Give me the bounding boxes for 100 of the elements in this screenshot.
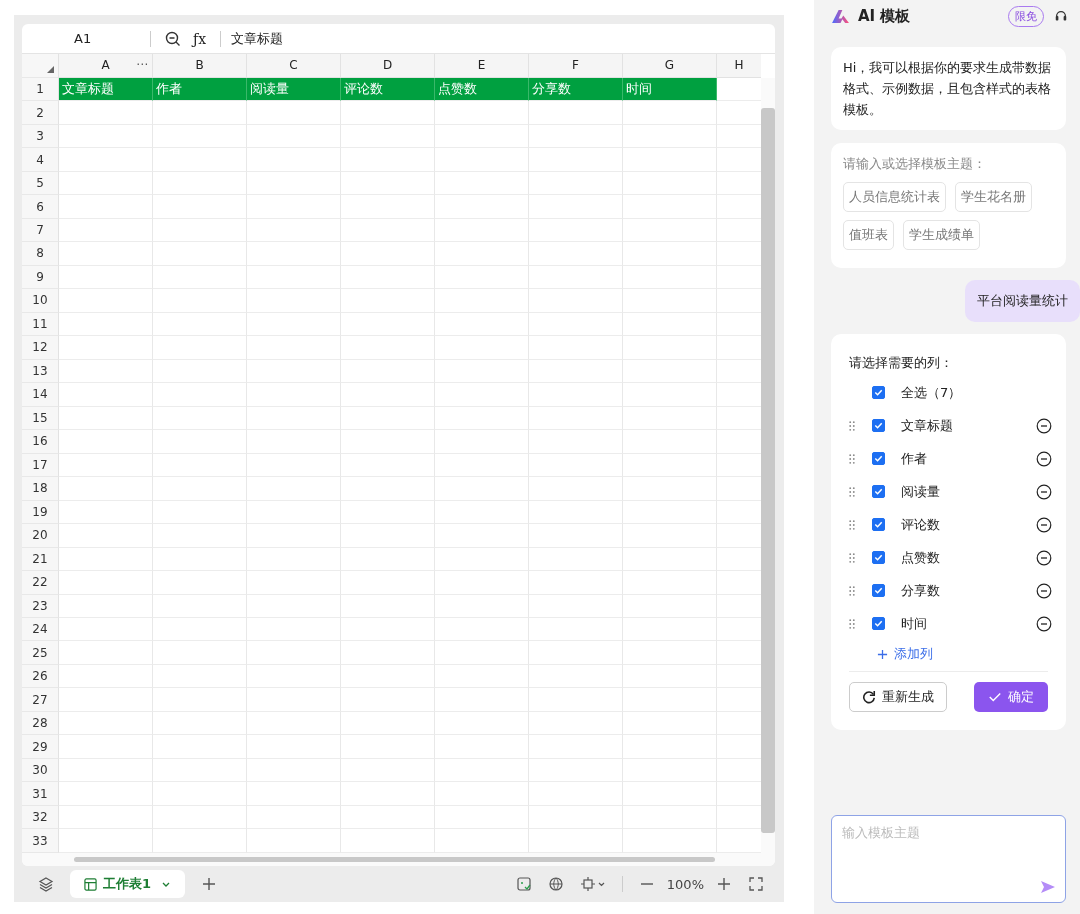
sheet-tab[interactable]: 工作表1 bbox=[70, 870, 186, 898]
table-cell: 阅读量 bbox=[247, 77, 341, 102]
checkbox[interactable] bbox=[872, 452, 885, 465]
row-header[interactable]: 11 bbox=[22, 312, 59, 337]
frame-dropdown-icon[interactable] bbox=[579, 876, 606, 892]
zoom-level: 100% bbox=[666, 876, 704, 892]
row-header[interactable]: 33 bbox=[22, 829, 59, 853]
column-header[interactable]: E bbox=[435, 54, 529, 78]
row-header[interactable]: 24 bbox=[22, 618, 59, 642]
column-label: 时间 bbox=[901, 614, 928, 633]
row-header[interactable]: 25 bbox=[22, 641, 59, 665]
formula-input[interactable]: 文章标题 bbox=[231, 29, 284, 48]
row-header[interactable]: 14 bbox=[22, 383, 59, 407]
drag-handle-icon[interactable] bbox=[849, 618, 855, 629]
row-header[interactable]: 32 bbox=[22, 805, 59, 830]
drag-handle-icon[interactable] bbox=[849, 552, 855, 563]
check-icon bbox=[988, 690, 1002, 704]
row-header[interactable]: 27 bbox=[22, 688, 59, 712]
column-header[interactable]: B bbox=[153, 54, 247, 78]
row-header[interactable]: 18 bbox=[22, 477, 59, 501]
row-header[interactable]: 6 bbox=[22, 195, 59, 219]
column-header[interactable]: A ⋯ bbox=[59, 54, 153, 78]
row-header[interactable]: 13 bbox=[22, 359, 59, 384]
row-header[interactable]: 5 bbox=[22, 171, 59, 196]
headset-icon[interactable] bbox=[1054, 9, 1068, 23]
checkbox[interactable] bbox=[872, 551, 885, 564]
remove-icon[interactable] bbox=[1036, 483, 1052, 500]
row-header[interactable]: 21 bbox=[22, 547, 59, 571]
column-header[interactable]: H bbox=[717, 54, 761, 78]
row-header[interactable]: 4 bbox=[22, 148, 59, 172]
checkbox[interactable] bbox=[872, 419, 885, 432]
row-header[interactable]: 19 bbox=[22, 500, 59, 525]
plus-icon bbox=[877, 648, 888, 660]
user-message: 平台阅读量统计 bbox=[965, 280, 1080, 322]
checkbox[interactable] bbox=[872, 485, 885, 498]
layers-icon[interactable] bbox=[38, 876, 54, 892]
remove-icon[interactable] bbox=[1036, 516, 1052, 533]
row-header[interactable]: 1 bbox=[22, 77, 59, 102]
row-header[interactable]: 15 bbox=[22, 406, 59, 431]
remove-icon[interactable] bbox=[1036, 582, 1052, 599]
vertical-scrollbar[interactable] bbox=[761, 78, 775, 853]
row-header[interactable]: 22 bbox=[22, 571, 59, 595]
checkbox[interactable] bbox=[872, 518, 885, 531]
select-all-corner-icon[interactable] bbox=[47, 65, 54, 73]
drag-handle-icon[interactable] bbox=[849, 486, 855, 497]
add-sheet-icon[interactable] bbox=[201, 876, 218, 892]
zoom-out-icon[interactable] bbox=[165, 30, 181, 47]
row-header[interactable]: 12 bbox=[22, 336, 59, 360]
row-header[interactable]: 10 bbox=[22, 289, 59, 313]
row-header[interactable]: 2 bbox=[22, 101, 59, 125]
column-header[interactable]: G bbox=[623, 54, 717, 78]
remove-icon[interactable] bbox=[1036, 615, 1052, 632]
suggestion-chip[interactable]: 学生花名册 bbox=[955, 182, 1032, 212]
confirm-button[interactable]: 确定 bbox=[974, 682, 1048, 712]
column-header[interactable]: C bbox=[247, 54, 341, 78]
row-header[interactable]: 9 bbox=[22, 265, 59, 290]
row-header[interactable]: 20 bbox=[22, 524, 59, 548]
row-header[interactable]: 17 bbox=[22, 453, 59, 478]
image-check-icon[interactable] bbox=[515, 876, 532, 892]
row-header[interactable]: 7 bbox=[22, 218, 59, 243]
row-header[interactable]: 30 bbox=[22, 758, 59, 783]
row-header[interactable]: 8 bbox=[22, 242, 59, 266]
remove-icon[interactable] bbox=[1036, 417, 1052, 434]
function-button[interactable]: ƒx bbox=[193, 30, 207, 47]
suggestion-chip[interactable]: 人员信息统计表 bbox=[843, 182, 946, 212]
row-header[interactable]: 29 bbox=[22, 735, 59, 759]
drag-handle-icon[interactable] bbox=[849, 453, 855, 464]
column-menu-button[interactable]: ⋯ bbox=[136, 57, 148, 71]
globe-icon[interactable] bbox=[547, 876, 564, 892]
column-label: 评论数 bbox=[901, 515, 941, 534]
cell-reference[interactable]: A1 bbox=[22, 31, 142, 46]
column-header[interactable]: F bbox=[529, 54, 623, 78]
regenerate-button[interactable]: 重新生成 bbox=[849, 682, 947, 712]
row-header[interactable]: 26 bbox=[22, 664, 59, 689]
table-cell: 评论数 bbox=[341, 77, 435, 102]
topic-input[interactable]: 输入模板主题 bbox=[831, 815, 1066, 903]
drag-handle-icon[interactable] bbox=[849, 519, 855, 530]
remove-icon[interactable] bbox=[1036, 450, 1052, 467]
select-all-label: 全选（7） bbox=[901, 383, 963, 402]
checkbox[interactable] bbox=[872, 617, 885, 630]
table-cell: 时间 bbox=[623, 77, 717, 102]
column-header[interactable]: D bbox=[341, 54, 435, 78]
fullscreen-icon[interactable] bbox=[748, 876, 764, 892]
horizontal-scrollbar[interactable] bbox=[22, 853, 775, 866]
checkbox[interactable] bbox=[872, 584, 885, 597]
column-label: 文章标题 bbox=[901, 416, 954, 435]
send-icon[interactable] bbox=[1040, 880, 1056, 894]
add-column-link[interactable]: 添加列 bbox=[877, 645, 933, 671]
drag-handle-icon[interactable] bbox=[849, 420, 855, 431]
row-header[interactable]: 23 bbox=[22, 594, 59, 618]
row-header[interactable]: 31 bbox=[22, 782, 59, 806]
row-header[interactable]: 16 bbox=[22, 430, 59, 454]
suggestion-chip[interactable]: 值班表 bbox=[843, 220, 894, 250]
row-header[interactable]: 28 bbox=[22, 711, 59, 736]
drag-handle-icon[interactable] bbox=[849, 585, 855, 596]
checkbox[interactable] bbox=[872, 386, 885, 399]
remove-icon[interactable] bbox=[1036, 549, 1052, 566]
row-header[interactable]: 3 bbox=[22, 124, 59, 149]
zoom-in-icon[interactable] bbox=[716, 876, 732, 892]
suggestion-chip[interactable]: 学生成绩单 bbox=[903, 220, 980, 250]
